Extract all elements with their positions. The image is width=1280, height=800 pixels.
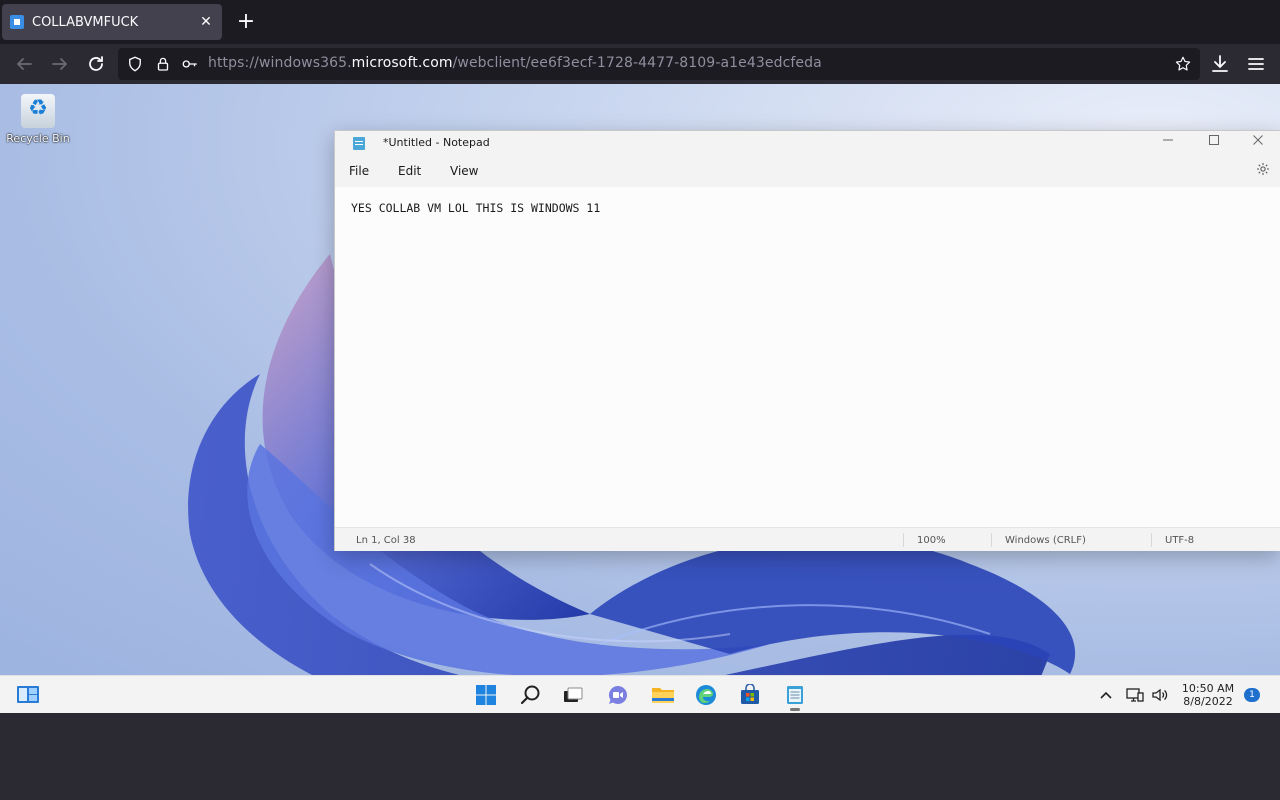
recycle-bin-desktop-icon[interactable]: Recycle Bin [6, 94, 70, 145]
menu-hamburger-icon[interactable] [1244, 52, 1268, 76]
close-icon [1253, 135, 1263, 145]
status-line-ending: Windows (CRLF) [1005, 535, 1086, 546]
back-arrow-icon[interactable] [12, 52, 36, 76]
search-icon[interactable] [520, 684, 542, 706]
active-app-indicator [790, 708, 800, 711]
teams-chat-icon[interactable] [607, 684, 629, 706]
status-cursor-position: Ln 1, Col 38 [356, 535, 416, 546]
edge-browser-icon[interactable] [695, 684, 717, 706]
clock-time: 10:50 AM [1181, 682, 1235, 695]
menu-view[interactable]: View [450, 164, 478, 178]
microsoft-store-icon[interactable] [739, 684, 761, 706]
close-window-button[interactable] [1235, 131, 1280, 155]
widgets-icon[interactable] [16, 684, 40, 706]
windows-taskbar: 10:50 AM 8/8/2022 1 [0, 675, 1280, 713]
shield-icon[interactable] [126, 55, 144, 73]
new-tab-button[interactable]: + [234, 10, 258, 34]
browser-tab[interactable]: COLLABVMFUCK ✕ [2, 4, 222, 40]
downloads-icon[interactable] [1208, 52, 1232, 76]
minimize-button[interactable] [1145, 131, 1191, 155]
browser-nav-bar: https://windows365.microsoft.com/webclie… [0, 44, 1280, 84]
close-tab-icon[interactable]: ✕ [198, 14, 214, 30]
notepad-content: YES COLLAB VM LOL THIS IS WINDOWS 11 [351, 201, 601, 215]
tab-title: COLLABVMFUCK [32, 14, 139, 30]
url-path: /webclient/ee6f3ecf-1728-4477-8109-a1e43… [452, 55, 822, 71]
remote-desktop[interactable]: Recycle Bin *Untitled - Notepad File Edi… [0, 84, 1280, 675]
url-bar[interactable]: https://windows365.microsoft.com/webclie… [118, 48, 1200, 80]
bookmark-star-icon[interactable] [1174, 55, 1192, 73]
status-divider [1151, 533, 1152, 547]
task-view-icon[interactable] [562, 684, 584, 706]
browser-content-padding [0, 713, 1280, 800]
notepad-taskbar-icon[interactable] [784, 684, 806, 706]
chevron-up-icon[interactable] [1098, 688, 1114, 702]
notepad-title-bar[interactable]: *Untitled - Notepad [335, 131, 1280, 155]
notepad-window: *Untitled - Notepad File Edit View YES C… [334, 130, 1280, 551]
status-encoding: UTF-8 [1165, 535, 1195, 546]
status-divider [903, 533, 904, 547]
menu-edit[interactable]: Edit [398, 164, 421, 178]
volume-icon[interactable] [1151, 687, 1169, 703]
maximize-button[interactable] [1191, 131, 1237, 155]
url-domain: microsoft.com [351, 55, 453, 71]
notepad-text-area[interactable]: YES COLLAB VM LOL THIS IS WINDOWS 11 [335, 187, 1280, 527]
minimize-icon [1163, 139, 1173, 141]
maximize-icon [1209, 135, 1219, 145]
url-text: https://windows365.microsoft.com/webclie… [208, 55, 822, 71]
recycle-bin-icon [21, 94, 55, 128]
menu-file[interactable]: File [349, 164, 369, 178]
status-zoom: 100% [917, 535, 946, 546]
start-windows-icon[interactable] [475, 684, 497, 706]
lock-icon[interactable] [154, 55, 172, 73]
notepad-status-bar: Ln 1, Col 38 100% Windows (CRLF) UTF-8 [335, 527, 1280, 551]
notepad-app-icon [353, 137, 365, 150]
system-clock[interactable]: 10:50 AM 8/8/2022 [1180, 682, 1236, 708]
key-icon[interactable] [180, 55, 200, 73]
browser-tab-bar: COLLABVMFUCK ✕ + [0, 0, 1280, 44]
notepad-window-title: *Untitled - Notepad [383, 136, 490, 149]
network-icon[interactable] [1126, 687, 1144, 703]
reload-icon[interactable] [84, 52, 108, 76]
windows365-favicon-icon [10, 15, 24, 29]
settings-gear-icon[interactable] [1255, 161, 1271, 177]
forward-arrow-icon[interactable] [48, 52, 72, 76]
notification-badge[interactable]: 1 [1244, 688, 1260, 702]
url-prefix: https://windows365. [208, 55, 352, 71]
clock-date: 8/8/2022 [1183, 695, 1233, 708]
status-divider [991, 533, 992, 547]
file-explorer-icon[interactable] [651, 684, 675, 706]
recycle-bin-label: Recycle Bin [6, 132, 70, 145]
notepad-menu-bar: File Edit View [335, 155, 1280, 187]
